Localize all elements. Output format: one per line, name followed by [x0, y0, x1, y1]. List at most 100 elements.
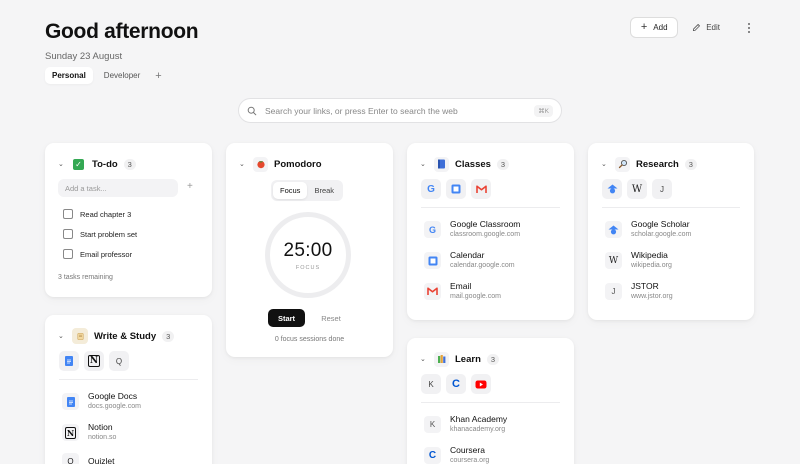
- tab-developer[interactable]: Developer: [97, 67, 147, 84]
- book-icon: [434, 156, 449, 172]
- link-url: www.jstor.org: [631, 293, 673, 300]
- link-wikipedia[interactable]: W Wikipedia wikipedia.org: [605, 250, 672, 271]
- google-scholar-icon[interactable]: [602, 179, 622, 199]
- memo-icon: [72, 328, 88, 344]
- search-input[interactable]: [265, 105, 527, 116]
- search-icon: [247, 106, 257, 115]
- books-icon: [434, 351, 449, 367]
- link-notion[interactable]: N Notion notion.so: [62, 422, 116, 443]
- link-google-scholar[interactable]: Google Scholar scholar.google.com: [605, 219, 691, 240]
- task-checkbox[interactable]: [63, 209, 73, 219]
- link-url: docs.google.com: [88, 403, 141, 410]
- notion-icon[interactable]: N: [84, 351, 104, 371]
- task-checkbox[interactable]: [63, 229, 73, 239]
- collapse-chevron-icon[interactable]: ⌄: [420, 355, 430, 363]
- add-task-input[interactable]: [58, 179, 178, 197]
- link-name: Google Docs: [88, 391, 138, 401]
- collapse-chevron-icon[interactable]: ⌄: [239, 160, 249, 168]
- page-title: Good afternoon: [45, 20, 199, 43]
- item-count-badge: 3: [486, 353, 500, 365]
- collapse-chevron-icon[interactable]: ⌄: [58, 160, 68, 168]
- link-jstor[interactable]: J JSTOR www.jstor.org: [605, 281, 673, 302]
- link-url: khanacademy.org: [450, 426, 506, 433]
- google-docs-icon: [62, 393, 79, 410]
- google-icon[interactable]: G: [421, 179, 441, 199]
- coursera-icon[interactable]: C: [446, 374, 466, 394]
- khan-academy-icon[interactable]: K: [421, 374, 441, 394]
- add-button-label: Add: [653, 23, 668, 32]
- task-label: Email professor: [80, 249, 133, 259]
- timer-phase-label: FOCUS: [295, 264, 321, 271]
- focus-mode-button[interactable]: Focus: [273, 182, 308, 199]
- start-button[interactable]: Start: [268, 309, 305, 327]
- task-label: Read chapter 3: [80, 209, 132, 219]
- link-url: coursera.org: [450, 457, 490, 464]
- task-label: Start problem set: [80, 229, 138, 239]
- google-icon: G: [424, 221, 441, 238]
- tomato-icon: [253, 156, 268, 172]
- item-count-badge: 3: [496, 158, 510, 170]
- link-url: classroom.google.com: [450, 231, 521, 238]
- tasks-remaining-text: 3 tasks remaining: [58, 274, 113, 281]
- profile-tabs: Personal Developer +: [45, 67, 166, 84]
- coursera-icon: C: [424, 447, 441, 464]
- link-google-docs[interactable]: Google Docs docs.google.com: [62, 391, 141, 412]
- wikipedia-icon[interactable]: W: [627, 179, 647, 199]
- task-item: Start problem set: [63, 229, 137, 239]
- collapse-chevron-icon[interactable]: ⌄: [420, 160, 430, 168]
- link-google-classroom[interactable]: G Google Classroom classroom.google.com: [424, 219, 520, 240]
- link-coursera[interactable]: C Coursera coursera.org: [424, 445, 489, 464]
- research-card: ⌄ Research 3 W J Google Scholar scholar.…: [588, 143, 754, 320]
- jstor-icon[interactable]: J: [652, 179, 672, 199]
- youtube-icon[interactable]: [471, 374, 491, 394]
- gmail-icon: [424, 283, 441, 300]
- reset-button[interactable]: Reset: [316, 309, 346, 327]
- more-menu-icon[interactable]: [742, 17, 756, 38]
- collapse-chevron-icon[interactable]: ⌄: [58, 332, 68, 340]
- link-name: Quizlet: [88, 456, 115, 464]
- card-title: Pomodoro: [274, 158, 322, 170]
- link-calendar[interactable]: Calendar calendar.google.com: [424, 250, 515, 271]
- add-task-button[interactable]: +: [187, 181, 193, 192]
- write-study-card: ⌄ Write & Study 3 N Q Google Docs docs.g…: [45, 315, 212, 464]
- classes-card: ⌄ Classes 3 G G Google Classroom classro…: [407, 143, 574, 320]
- tab-personal[interactable]: Personal: [45, 67, 93, 84]
- jstor-icon: J: [605, 283, 622, 300]
- divider: [421, 402, 560, 403]
- timer-mode-toggle: Focus Break: [271, 180, 344, 201]
- pencil-icon: [693, 24, 701, 32]
- calendar-icon[interactable]: [446, 179, 466, 199]
- link-name: Khan Academy: [450, 414, 508, 424]
- quizlet-icon: Q: [62, 453, 79, 464]
- link-khan-academy[interactable]: K Khan Academy khanacademy.org: [424, 414, 507, 435]
- notion-icon-letter: N: [64, 426, 77, 439]
- google-docs-icon[interactable]: [59, 351, 79, 371]
- link-name: Email: [450, 281, 472, 291]
- collapse-chevron-icon[interactable]: ⌄: [601, 160, 611, 168]
- calendar-icon: [424, 252, 441, 269]
- link-quizlet[interactable]: Q Quizlet: [62, 453, 114, 464]
- edit-button[interactable]: Edit: [684, 17, 728, 38]
- pomodoro-card: ⌄ Pomodoro Focus Break 25:00 FOCUS Start…: [226, 143, 393, 357]
- item-count-badge: 3: [123, 158, 136, 170]
- notion-icon: N: [62, 424, 79, 441]
- task-checkbox[interactable]: [63, 249, 73, 259]
- quizlet-icon[interactable]: Q: [109, 351, 129, 371]
- checkmark-icon: ✓: [73, 158, 84, 170]
- add-tab-button[interactable]: +: [151, 70, 165, 82]
- card-title: Write & Study: [94, 330, 157, 342]
- edit-button-label: Edit: [706, 23, 720, 32]
- link-name: Google Classroom: [450, 219, 521, 229]
- item-count-badge: 3: [162, 330, 175, 342]
- link-name: Notion: [88, 422, 113, 432]
- link-email[interactable]: Email mail.google.com: [424, 281, 501, 302]
- plus-icon: +: [640, 21, 648, 33]
- break-mode-button[interactable]: Break: [307, 182, 341, 199]
- link-name: JSTOR: [631, 281, 659, 291]
- divider: [602, 207, 740, 208]
- link-name: Wikipedia: [631, 250, 668, 260]
- add-button[interactable]: + Add: [630, 17, 679, 38]
- gmail-icon[interactable]: [471, 179, 491, 199]
- header-actions: + Add Edit: [630, 17, 756, 38]
- link-url: scholar.google.com: [631, 231, 692, 238]
